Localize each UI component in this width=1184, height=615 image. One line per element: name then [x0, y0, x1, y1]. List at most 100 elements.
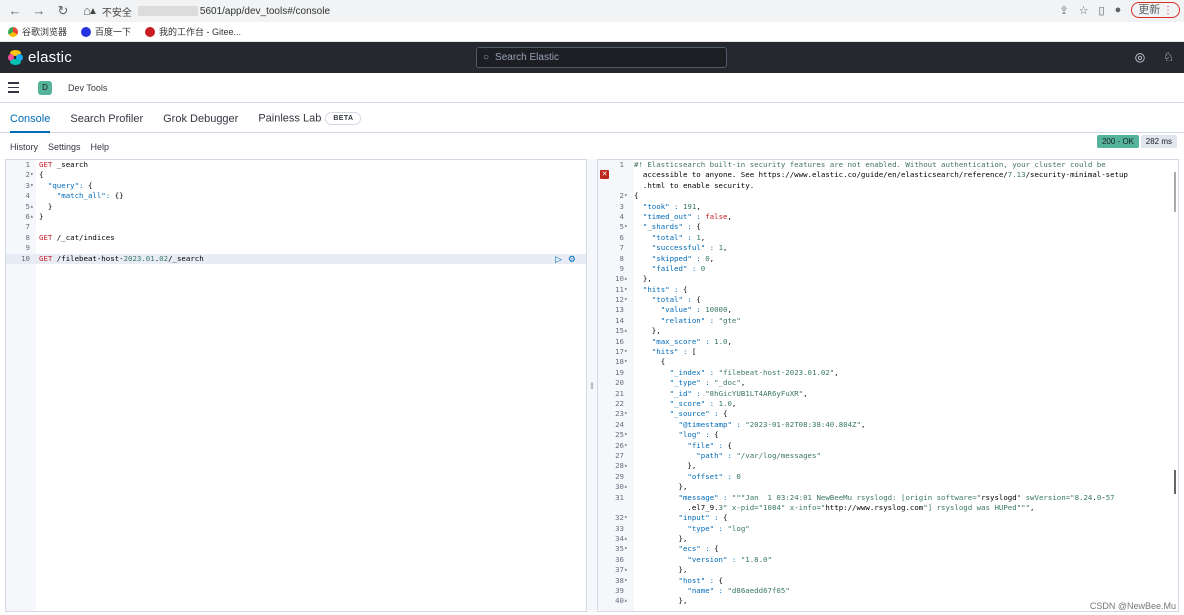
- fold-toggle-icon[interactable]: ▴: [624, 596, 630, 606]
- request-line: 4 "match_all": {}: [6, 191, 586, 201]
- line-text: "_score" : 1.0,: [669, 398, 737, 408]
- fold-toggle-icon[interactable]: ▴: [624, 482, 630, 492]
- wrench-icon[interactable]: ⚙: [568, 254, 576, 265]
- space-avatar[interactable]: D: [38, 80, 52, 95]
- send-request-icon[interactable]: ▷: [555, 254, 562, 265]
- settings-link[interactable]: Settings: [48, 142, 81, 152]
- line-text: "version" : "1.8.0": [687, 554, 772, 564]
- line-text: "_type" : "_doc",: [669, 378, 746, 388]
- fold-toggle-icon[interactable]: ▾: [30, 181, 36, 191]
- line-number: 34: [615, 534, 624, 544]
- line-text: "hits" : {: [642, 284, 688, 294]
- fold-toggle-icon[interactable]: ▾: [624, 409, 630, 419]
- line-text: "query": {: [47, 180, 93, 190]
- request-line: 2 ▾{: [6, 170, 586, 180]
- search-input[interactable]: ○ Search Elastic: [476, 47, 727, 68]
- line-text: "successful" : 1,: [651, 243, 728, 253]
- elastic-logo[interactable]: elastic: [0, 49, 72, 66]
- gitee-icon: [145, 26, 156, 37]
- help-icon[interactable]: ◎: [1135, 50, 1145, 64]
- line-number: 20: [615, 378, 624, 388]
- update-button[interactable]: 更新 ⋮: [1131, 2, 1180, 18]
- fold-toggle-icon[interactable]: ▾: [624, 544, 630, 554]
- fold-toggle-icon[interactable]: ▾: [624, 347, 630, 357]
- sidebar-icon[interactable]: ▯: [1099, 4, 1105, 17]
- bookmark-label: 我的工作台 - Gitee...: [159, 27, 242, 37]
- share-icon[interactable]: ⇪: [1059, 4, 1068, 17]
- fold-toggle-icon[interactable]: ▾: [624, 576, 630, 586]
- line-text: .el7_9.3" x-pid="1084" x-info="http://ww…: [634, 502, 1035, 512]
- request-line: 8 GET /_cat/indices: [6, 233, 586, 243]
- response-line: 28 ▴ },: [598, 461, 1178, 471]
- fold-toggle-icon[interactable]: ▾: [624, 191, 630, 201]
- help-link[interactable]: Help: [91, 142, 110, 152]
- bookmark-label: 百度一下: [95, 27, 132, 37]
- tab-console[interactable]: Console: [10, 113, 51, 133]
- fold-toggle-icon[interactable]: ▾: [30, 170, 36, 180]
- bookmark-chrome[interactable]: 谷歌浏览器: [8, 25, 67, 38]
- fold-toggle-icon[interactable]: ▾: [624, 285, 630, 295]
- bookmark-gitee[interactable]: 我的工作台 - Gitee...: [145, 25, 241, 38]
- line-number: 8: [25, 232, 30, 242]
- page-title: Dev Tools: [68, 82, 108, 93]
- tab-painless-lab[interactable]: Painless Lab BETA: [258, 112, 362, 132]
- tab-grok-debugger[interactable]: Grok Debugger: [163, 113, 238, 132]
- fold-toggle-icon[interactable]: ▴: [624, 326, 630, 336]
- response-line: 36 "version" : "1.8.0": [598, 555, 1178, 565]
- fold-toggle-icon[interactable]: ▴: [624, 565, 630, 575]
- line-number: 19: [615, 367, 624, 377]
- fold-toggle-icon[interactable]: ▾: [624, 441, 630, 451]
- line-number: 36: [615, 554, 624, 564]
- request-code[interactable]: 1 GET _search 2 ▾{3 ▾ "query": {4 "match_all…: [6, 160, 586, 264]
- line-number: 10: [615, 274, 624, 284]
- line-text: "took" : 191,: [642, 201, 701, 211]
- fold-toggle-icon[interactable]: ▾: [624, 513, 630, 523]
- fold-toggle-icon[interactable]: ▴: [624, 534, 630, 544]
- line-text: },: [634, 274, 652, 284]
- star-icon[interactable]: ☆: [1079, 4, 1089, 17]
- response-line: 9 "failed" : 0: [598, 264, 1178, 274]
- chrome-icon: [8, 26, 18, 37]
- line-number: 38: [615, 575, 624, 585]
- line-text: "path" : "/var/log/messages": [696, 450, 821, 460]
- response-line: 20 "_type" : "_doc",: [598, 378, 1178, 388]
- fold-toggle-icon[interactable]: ▴: [30, 212, 36, 222]
- newsfeed-icon[interactable]: ♘: [1163, 50, 1174, 64]
- scrollbar[interactable]: [1174, 172, 1176, 212]
- scrollbar-marker[interactable]: [1174, 470, 1176, 494]
- line-text: "relation" : "gte": [660, 315, 741, 325]
- response-line: 7 "successful" : 1,: [598, 243, 1178, 253]
- fold-toggle-icon[interactable]: ▾: [624, 430, 630, 440]
- bookmark-baidu[interactable]: 百度一下: [81, 25, 131, 38]
- line-number: 1: [619, 160, 624, 169]
- response-line: 22 "_score" : 1.0,: [598, 399, 1178, 409]
- pane-resizer[interactable]: ‖: [587, 159, 597, 612]
- fold-toggle-icon[interactable]: ▴: [624, 274, 630, 284]
- fold-toggle-icon[interactable]: ▴: [30, 202, 36, 212]
- baidu-icon: [81, 26, 92, 37]
- request-line: 10 GET /filebeat-host-2023.01.02/_search: [6, 253, 586, 264]
- response-line: 23 ▾ "_source" : {: [598, 409, 1178, 419]
- fold-toggle-icon[interactable]: ▴: [624, 461, 630, 471]
- response-line: 19 "_index" : "filebeat-host-2023.01.02"…: [598, 368, 1178, 378]
- history-link[interactable]: History: [10, 142, 38, 152]
- request-line: 7: [6, 222, 586, 232]
- address-bar[interactable]: ▲ 不安全 5601/app/dev_tools#/console: [88, 2, 1098, 20]
- line-number: 3: [619, 201, 624, 211]
- request-editor[interactable]: 1 GET _search 2 ▾{3 ▾ "query": {4 "match_all…: [5, 159, 587, 612]
- profile-icon[interactable]: ●: [1115, 4, 1122, 16]
- fold-toggle-icon[interactable]: ▾: [624, 295, 630, 305]
- response-line: .el7_9.3" x-pid="1084" x-info="http://ww…: [598, 503, 1178, 513]
- status-badge: 200 - OK: [1096, 135, 1139, 148]
- back-icon[interactable]: ←: [8, 4, 22, 18]
- fold-toggle-icon[interactable]: ▾: [624, 222, 630, 232]
- tab-search-profiler[interactable]: Search Profiler: [70, 113, 143, 132]
- menu-icon[interactable]: [8, 82, 28, 93]
- line-text: accessible to anyone. See https://www.el…: [634, 170, 1128, 180]
- line-text: },: [634, 326, 661, 336]
- reload-icon[interactable]: ↻: [56, 4, 70, 18]
- kibana-header: elastic ○ Search Elastic ◎ ♘: [0, 42, 1184, 73]
- forward-icon[interactable]: →: [32, 4, 46, 18]
- response-viewer[interactable]: ✕ 1 #! Elasticsearch built-in security fe…: [597, 159, 1179, 612]
- fold-toggle-icon[interactable]: ▾: [624, 357, 630, 367]
